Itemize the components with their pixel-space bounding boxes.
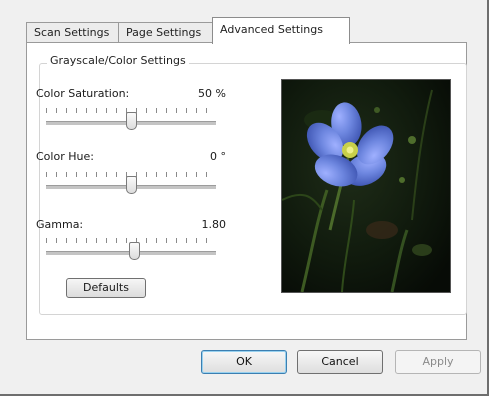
advanced-settings-dialog: Scan Settings Page Settings Advanced Set…: [0, 0, 489, 396]
slider-thumb[interactable]: [126, 176, 137, 194]
color-saturation-label: Color Saturation:: [36, 87, 130, 100]
tab-page-settings[interactable]: Page Settings: [118, 22, 220, 43]
tab-advanced-settings[interactable]: Advanced Settings: [212, 17, 350, 44]
apply-button[interactable]: Apply: [395, 350, 481, 374]
tab-strip: Scan Settings Page Settings Advanced Set…: [26, 17, 466, 44]
color-hue-value: 0 °: [210, 150, 226, 163]
color-hue-row: Color Hue: 0 °: [36, 150, 226, 166]
color-saturation-value: 50 %: [198, 87, 226, 100]
cancel-button[interactable]: Cancel: [297, 350, 383, 374]
flower-photo: [282, 80, 450, 292]
group-title: Grayscale/Color Settings: [47, 54, 189, 67]
slider-thumb[interactable]: [129, 242, 140, 260]
color-saturation-row: Color Saturation: 50 %: [36, 87, 226, 103]
gamma-label: Gamma:: [36, 218, 84, 231]
gamma-value: 1.80: [201, 218, 227, 231]
gamma-row: Gamma: 1.80: [36, 218, 226, 234]
tab-scan-settings[interactable]: Scan Settings: [26, 22, 126, 43]
color-hue-label: Color Hue:: [36, 150, 94, 163]
gamma-slider[interactable]: [46, 238, 216, 266]
ok-button[interactable]: OK: [201, 350, 287, 374]
color-saturation-slider[interactable]: [46, 108, 216, 136]
defaults-button[interactable]: Defaults: [66, 278, 146, 298]
preview-image: [281, 79, 451, 293]
color-hue-slider[interactable]: [46, 172, 216, 200]
slider-thumb[interactable]: [126, 112, 137, 130]
